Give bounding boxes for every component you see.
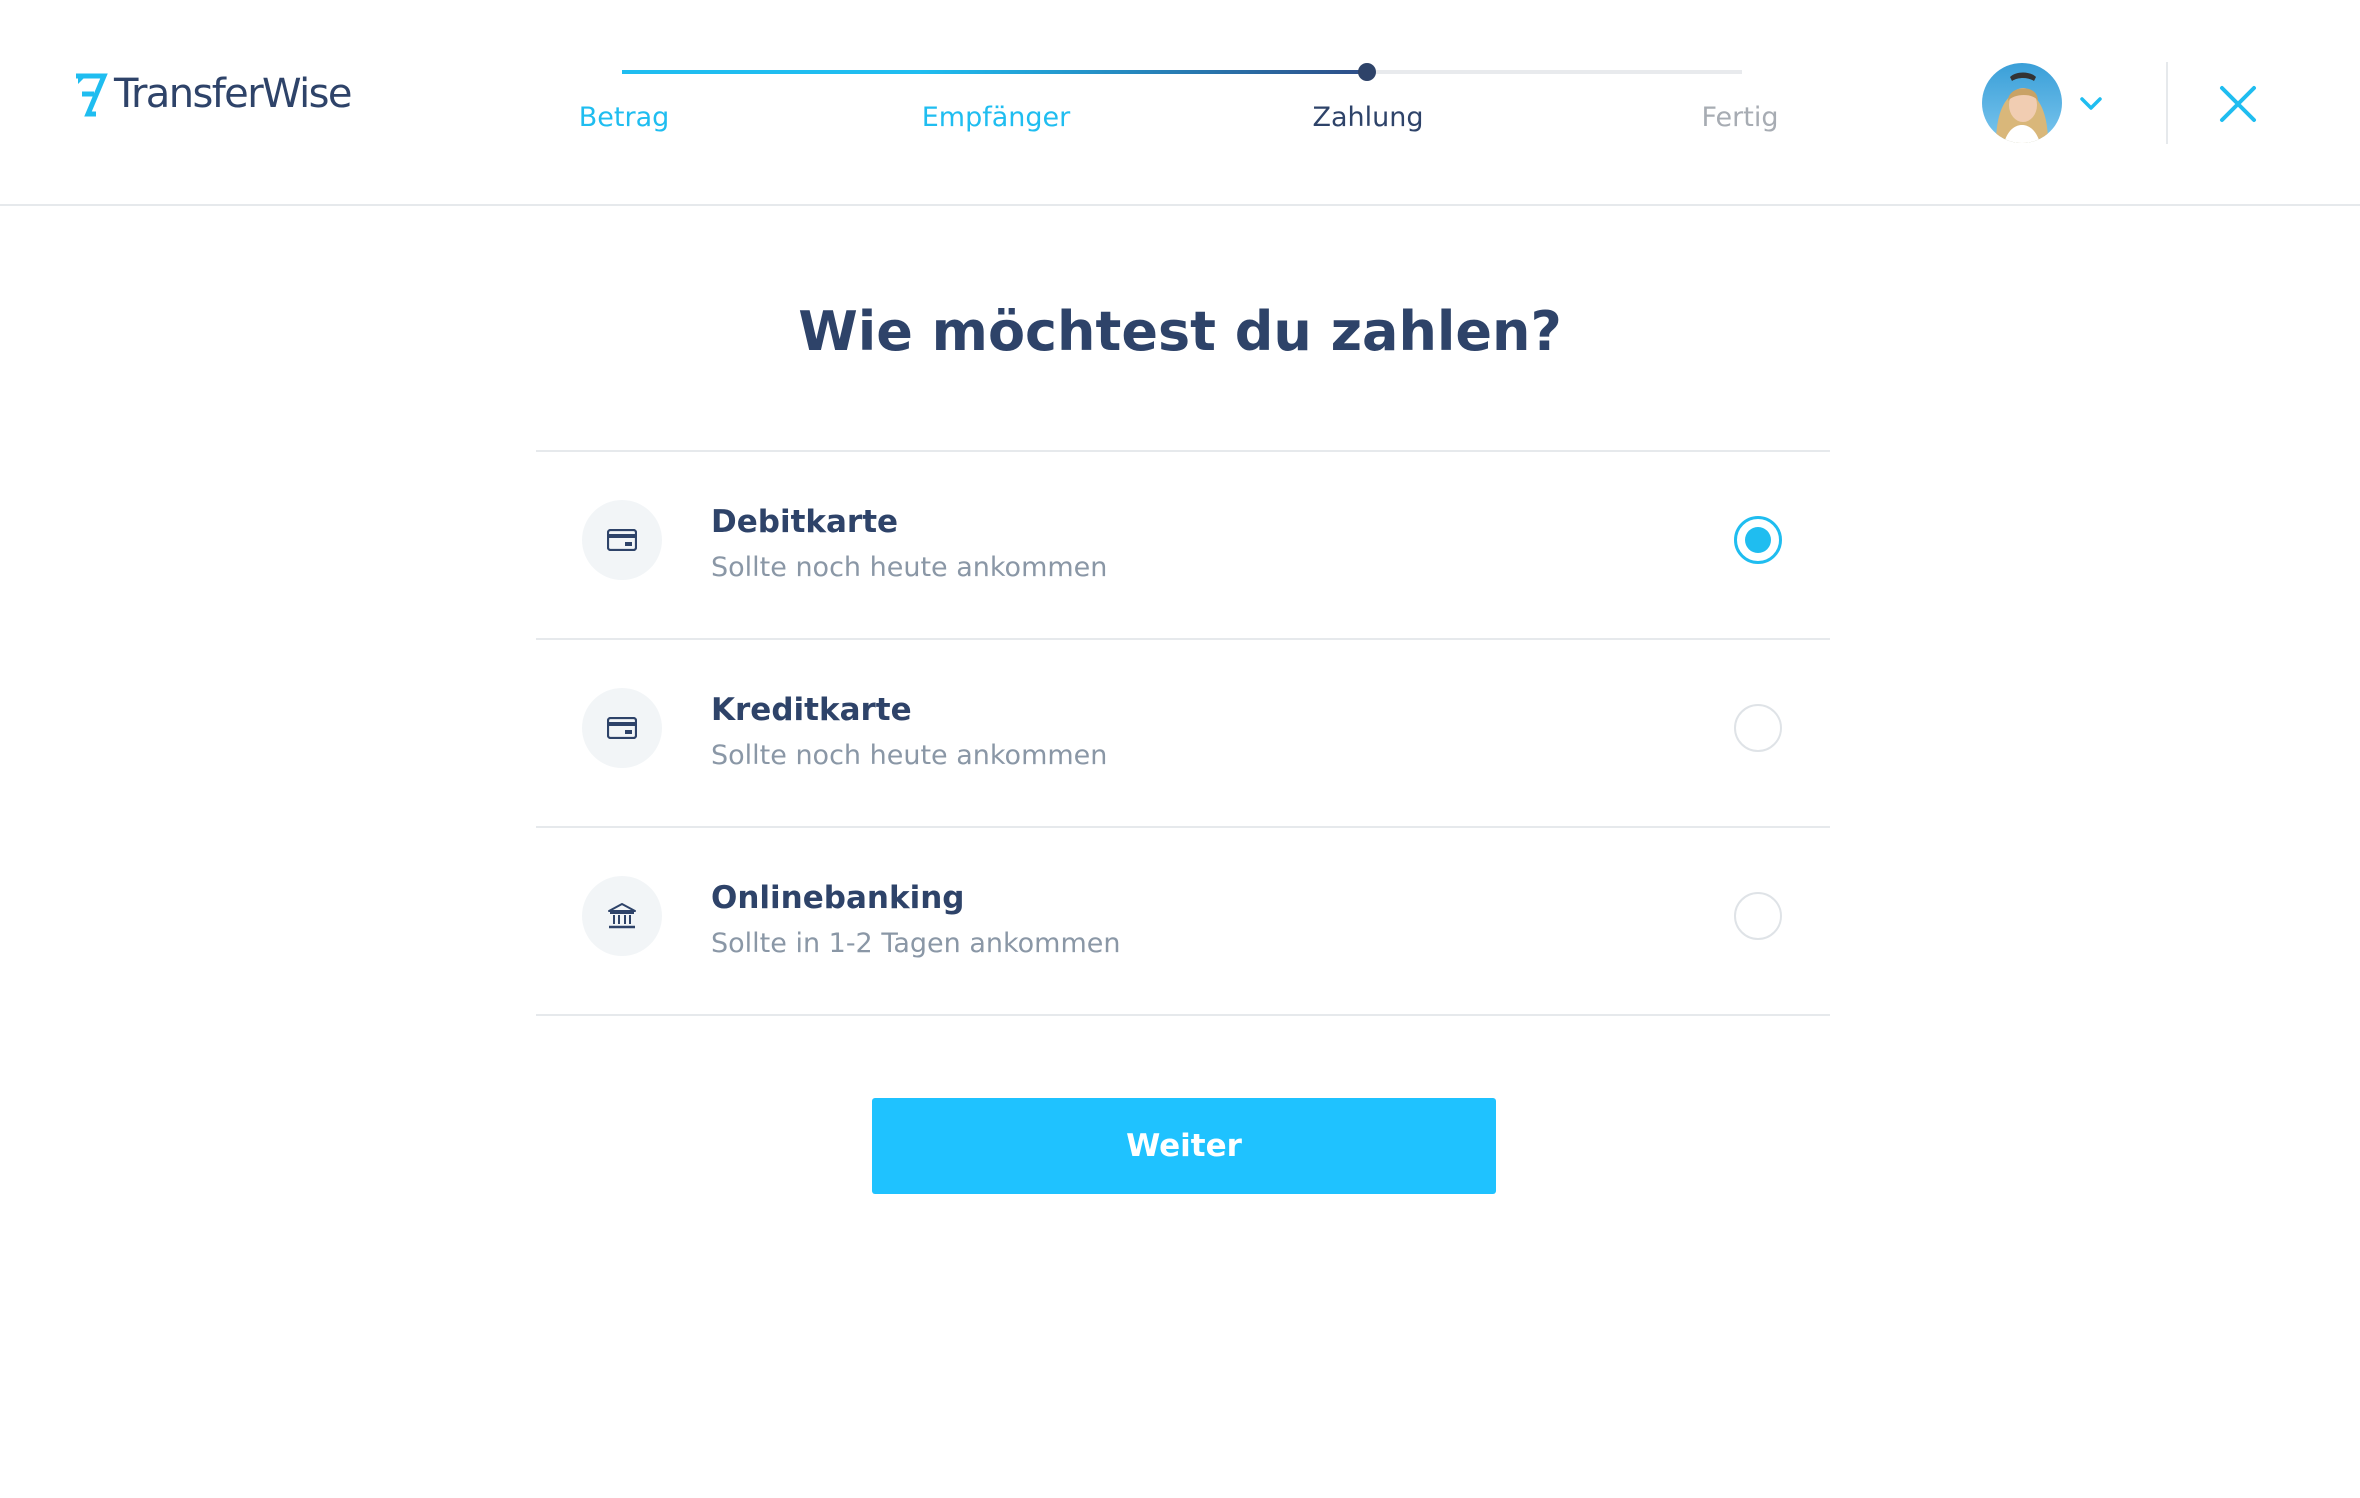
logo-wordmark: TransferWise: [114, 71, 352, 117]
option-title: Debitkarte: [711, 504, 899, 540]
transferwise-logo[interactable]: TransferWise: [74, 64, 352, 124]
continue-button[interactable]: Weiter: [872, 1098, 1496, 1194]
payment-option-onlinebanking[interactable]: Onlinebanking Sollte in 1-2 Tagen ankomm…: [536, 828, 1830, 1016]
top-header: TransferWise Betrag Empfänger Zahlung Fe…: [0, 0, 2360, 206]
step-empfaenger[interactable]: Empfänger: [922, 102, 1071, 133]
payment-option-debitkarte[interactable]: Debitkarte Sollte noch heute ankommen: [536, 452, 1830, 640]
bank-icon: [582, 876, 662, 956]
option-subtitle: Sollte noch heute ankommen: [711, 740, 1108, 771]
avatar-photo: [1982, 63, 2062, 143]
header-divider: [2166, 62, 2168, 144]
page-title: Wie möchtest du zahlen?: [798, 300, 1562, 363]
radio-kreditkarte[interactable]: [1734, 704, 1782, 752]
card-icon: [582, 688, 662, 768]
step-zahlung: Zahlung: [1312, 102, 1424, 133]
option-subtitle: Sollte noch heute ankommen: [711, 552, 1108, 583]
option-title: Kreditkarte: [711, 692, 912, 728]
chevron-down-icon[interactable]: [2078, 90, 2104, 116]
card-icon: [582, 500, 662, 580]
payment-option-kreditkarte[interactable]: Kreditkarte Sollte noch heute ankommen: [536, 640, 1830, 828]
option-title: Onlinebanking: [711, 880, 965, 916]
radio-onlinebanking[interactable]: [1734, 892, 1782, 940]
option-subtitle: Sollte in 1-2 Tagen ankommen: [711, 928, 1121, 959]
stepper-track-remaining: [1367, 70, 1742, 74]
progress-stepper: Betrag Empfänger Zahlung Fertig: [520, 50, 1820, 150]
close-icon[interactable]: [2216, 82, 2260, 126]
stepper-current-marker: [1358, 63, 1376, 81]
stepper-track-completed: [622, 70, 1367, 74]
step-fertig: Fertig: [1701, 102, 1779, 133]
logo-mark-icon: [76, 73, 108, 117]
user-avatar[interactable]: [1982, 63, 2062, 143]
step-betrag[interactable]: Betrag: [579, 102, 670, 133]
radio-debitkarte[interactable]: [1734, 516, 1782, 564]
payment-options-list: Debitkarte Sollte noch heute ankommen Kr…: [536, 450, 1830, 1016]
